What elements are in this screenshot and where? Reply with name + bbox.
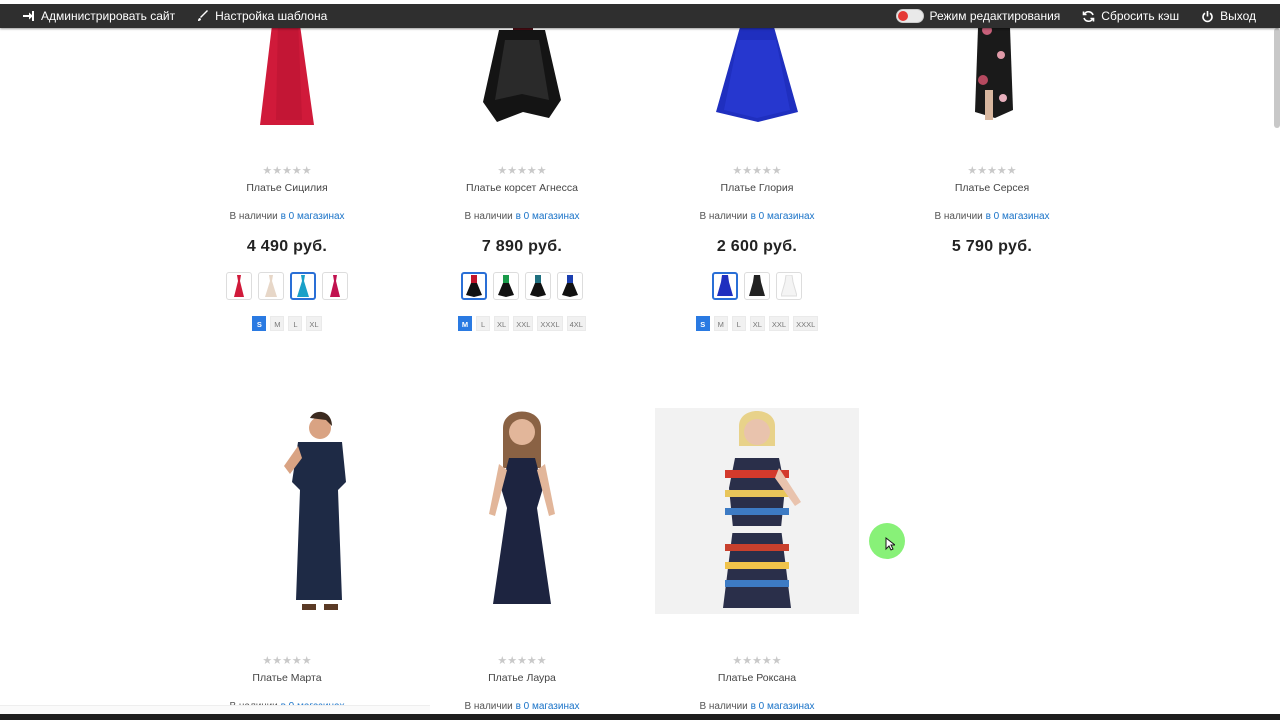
stores-link[interactable]: в 0 магазинах — [751, 701, 815, 712]
power-icon — [1201, 10, 1214, 23]
product-price: 7 890 руб. — [481, 238, 563, 255]
reset-cache-label: Сбросить кэш — [1101, 9, 1180, 23]
swatch-white[interactable] — [776, 272, 802, 300]
pointer-cursor-icon — [885, 537, 895, 551]
size-options: S M L XL — [172, 316, 402, 331]
logout-button[interactable]: Выход — [1201, 4, 1256, 28]
swatch-blue-black[interactable] — [557, 272, 583, 300]
logout-label: Выход — [1220, 9, 1256, 23]
availability-prefix: В наличии — [464, 211, 513, 222]
rating-stars: ★★★★★ — [497, 165, 547, 177]
availability-prefix: В наличии — [464, 701, 513, 712]
size-options: S M L XL XXL XXXL — [642, 316, 872, 331]
availability: В наличии в 0 магазинах — [642, 701, 872, 712]
navy-maxi-dress-image — [284, 411, 346, 610]
availability-prefix: В наличии — [934, 211, 983, 222]
color-swatches — [407, 272, 637, 302]
swatch-blue[interactable] — [712, 272, 738, 300]
product-price: 2 600 руб. — [716, 238, 798, 255]
rating-stars: ★★★★★ — [732, 165, 782, 177]
size-option[interactable]: XL — [749, 316, 765, 331]
login-icon — [22, 10, 35, 22]
stores-link[interactable]: в 0 магазинах — [281, 211, 345, 222]
admin-site-label: Администрировать сайт — [41, 9, 176, 23]
stores-link[interactable]: в 0 магазинах — [986, 211, 1050, 222]
swatch-red-black[interactable] — [461, 272, 487, 300]
template-settings-label: Настройка шаблона — [215, 9, 328, 23]
availability: В наличии в 0 магазинах — [877, 211, 1107, 222]
refresh-icon — [1082, 10, 1095, 23]
size-option[interactable]: S — [695, 316, 710, 331]
admin-site-button[interactable]: Администрировать сайт — [22, 4, 175, 28]
size-option[interactable]: M — [713, 316, 728, 331]
swatch-green-black[interactable] — [493, 272, 519, 300]
product-name[interactable]: Платье Глория — [642, 182, 872, 194]
size-option[interactable]: 4XL — [566, 316, 586, 331]
striped-dress-image — [723, 411, 801, 608]
product-name[interactable]: Платье корсет Агнесса — [407, 182, 637, 194]
product-name[interactable]: Платье Лаура — [407, 672, 637, 684]
size-option[interactable]: XL — [494, 316, 510, 331]
product-price: 5 790 руб. — [951, 238, 1033, 255]
page-scrollbar[interactable] — [1274, 28, 1280, 128]
cursor-highlight — [869, 523, 905, 559]
color-swatches — [642, 272, 872, 302]
stores-link[interactable]: в 0 магазинах — [516, 211, 580, 222]
product-photo[interactable] — [433, 408, 611, 614]
rating-stars: ★★★★★ — [967, 165, 1017, 177]
edit-mode-label: Режим редактирования — [929, 9, 1061, 23]
availability: В наличии в 0 магазинах — [407, 211, 637, 222]
rating-stars: ★★★★★ — [732, 655, 782, 667]
size-option[interactable]: XL — [306, 316, 322, 331]
product-name[interactable]: Платье Марта — [172, 672, 402, 684]
template-settings-button[interactable]: Настройка шаблона — [197, 4, 327, 28]
brush-icon — [197, 10, 209, 22]
size-option[interactable]: M — [458, 316, 473, 331]
size-option[interactable]: S — [252, 316, 267, 331]
availability-prefix: В наличии — [699, 211, 748, 222]
product-name[interactable]: Платье Роксана — [642, 672, 872, 684]
availability: В наличии в 0 магазинах — [407, 701, 637, 712]
product-name[interactable]: Платье Серсея — [877, 182, 1107, 194]
size-option[interactable]: XXL — [513, 316, 534, 331]
color-swatches — [172, 272, 402, 302]
stores-link[interactable]: в 0 магазинах — [516, 701, 580, 712]
rating-stars: ★★★★★ — [497, 655, 547, 667]
rating-stars: ★★★★★ — [262, 165, 312, 177]
swatch-black[interactable] — [744, 272, 770, 300]
availability: В наличии в 0 магазинах — [172, 211, 402, 222]
swatch-crimson[interactable] — [322, 272, 348, 300]
swatch-teal[interactable] — [290, 272, 316, 300]
size-option[interactable]: L — [288, 316, 303, 331]
status-bar — [0, 705, 430, 714]
rating-stars: ★★★★★ — [262, 655, 312, 667]
admin-toolbar: Администрировать сайт Настройка шаблона … — [0, 0, 1280, 28]
availability-prefix: В наличии — [699, 701, 748, 712]
size-option[interactable]: XXL — [768, 316, 790, 331]
toggle-switch[interactable] — [895, 9, 924, 23]
product-price: 4 490 руб. — [246, 238, 328, 255]
toggle-knob — [897, 11, 908, 21]
swatch-teal-black[interactable] — [525, 272, 551, 300]
product-photo[interactable] — [655, 408, 859, 614]
swatch-red[interactable] — [226, 272, 252, 300]
bottom-frame — [0, 714, 1280, 720]
size-option[interactable]: L — [731, 316, 746, 331]
reset-cache-button[interactable]: Сбросить кэш — [1082, 4, 1179, 28]
availability: В наличии в 0 магазинах — [642, 211, 872, 222]
edit-mode-toggle[interactable]: Режим редактирования — [895, 4, 1061, 28]
navy-lace-dress-image — [489, 411, 555, 604]
size-options: M L XL XXL XXXL 4XL — [407, 316, 637, 331]
swatch-cream[interactable] — [258, 272, 284, 300]
size-option[interactable]: M — [270, 316, 285, 331]
stores-link[interactable]: в 0 магазинах — [751, 211, 815, 222]
size-option[interactable]: L — [476, 316, 491, 331]
availability-prefix: В наличии — [229, 211, 278, 222]
product-name[interactable]: Платье Сицилия — [172, 182, 402, 194]
product-photo[interactable] — [198, 408, 376, 614]
size-option[interactable]: XXXL — [793, 316, 819, 331]
size-option[interactable]: XXXL — [537, 316, 563, 331]
